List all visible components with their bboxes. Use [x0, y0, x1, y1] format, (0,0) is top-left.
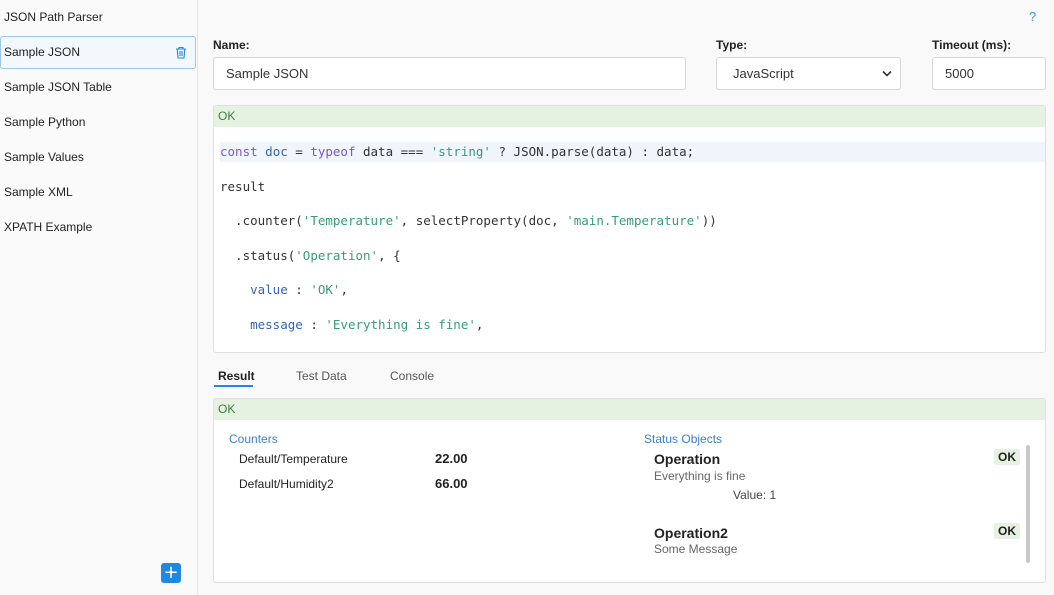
trash-icon[interactable] — [175, 46, 187, 59]
main-panel: ? Name: Sample JSON Type: JavaScript Tim… — [198, 0, 1054, 595]
sidebar-item-json-path-parser[interactable]: JSON Path Parser — [0, 1, 196, 34]
code-line: .counter('Temperature', selectProperty(d… — [220, 213, 717, 229]
status-objects-title: Status Objects — [644, 432, 723, 446]
result-status-bar: OK — [214, 399, 1045, 420]
code-content[interactable]: const doc = typeof data === 'string' ? J… — [214, 127, 1045, 353]
status-data-key: Value — [733, 488, 763, 502]
sidebar-item-label: Sample JSON Table — [4, 80, 112, 94]
status-data-value: 1 — [769, 488, 777, 502]
chevron-down-icon — [882, 70, 892, 77]
type-select-value: JavaScript — [733, 66, 794, 81]
sidebar-item-sample-json-table[interactable]: Sample JSON Table — [0, 71, 196, 104]
add-button[interactable]: + — [161, 563, 181, 583]
code-line: .status('Operation', { — [220, 247, 401, 263]
name-label: Name: — [213, 38, 250, 52]
tab-test-data[interactable]: Test Data — [296, 369, 347, 383]
scrollbar[interactable] — [1026, 445, 1030, 563]
tab-console[interactable]: Console — [390, 369, 434, 383]
sidebar-item-label: XPATH Example — [4, 220, 93, 234]
sidebar-item-label: Sample Python — [4, 115, 86, 129]
counter-value: 22.00 — [435, 451, 468, 466]
code-line: const doc = typeof data === 'string' ? J… — [220, 142, 1045, 162]
sidebar-item-sample-python[interactable]: Sample Python — [0, 106, 196, 139]
timeout-field-value: 5000 — [945, 66, 974, 81]
status-name: Operation2 — [654, 525, 728, 541]
type-select[interactable]: JavaScript — [716, 57, 901, 90]
code-editor[interactable]: OK const doc = typeof data === 'string' … — [213, 105, 1046, 353]
name-field-value: Sample JSON — [226, 66, 309, 81]
name-field[interactable]: Sample JSON — [213, 57, 686, 90]
status-message: Some Message — [654, 542, 738, 556]
sidebar-item-sample-json[interactable]: Sample JSON — [0, 36, 196, 69]
type-label: Type: — [716, 38, 748, 52]
counter-name: Default/Humidity2 — [239, 477, 334, 491]
status-badge: OK — [994, 449, 1020, 465]
sidebar-item-label: JSON Path Parser — [4, 10, 103, 24]
counters-title: Counters — [229, 432, 278, 446]
sidebar-item-sample-xml[interactable]: Sample XML — [0, 176, 196, 209]
sidebar-item-label: Sample JSON — [4, 45, 81, 59]
result-panel: OK Counters Default/Temperature 22.00 De… — [213, 398, 1046, 583]
sidebar-item-sample-values[interactable]: Sample Values — [0, 141, 196, 174]
tab-underline — [214, 385, 253, 387]
status-badge: OK — [994, 523, 1020, 539]
code-line: message : 'Everything is fine', — [250, 316, 484, 332]
help-icon[interactable]: ? — [1029, 9, 1036, 24]
timeout-label: Timeout (ms): — [932, 38, 1012, 52]
tab-result[interactable]: Result — [218, 369, 255, 383]
editor-status-bar: OK — [214, 106, 1045, 127]
code-line: result — [220, 178, 266, 194]
sidebar-item-label: Sample XML — [4, 185, 73, 199]
status-data-sep: : — [762, 488, 767, 502]
sidebar-item-label: Sample Values — [4, 150, 84, 164]
sidebar-item-xpath-example[interactable]: XPATH Example — [0, 211, 196, 244]
code-line: value : 'OK', — [250, 282, 348, 298]
status-data: Value: 1 — [733, 488, 776, 502]
timeout-field[interactable]: 5000 — [932, 57, 1046, 90]
counter-value: 66.00 — [435, 476, 468, 491]
counter-name: Default/Temperature — [239, 452, 348, 466]
status-message: Everything is fine — [654, 469, 746, 483]
status-name: Operation — [654, 451, 721, 467]
sidebar: JSON Path Parser Sample JSON Sample JSON… — [0, 0, 198, 595]
code-line: data : { value : 1} — [220, 350, 1045, 353]
